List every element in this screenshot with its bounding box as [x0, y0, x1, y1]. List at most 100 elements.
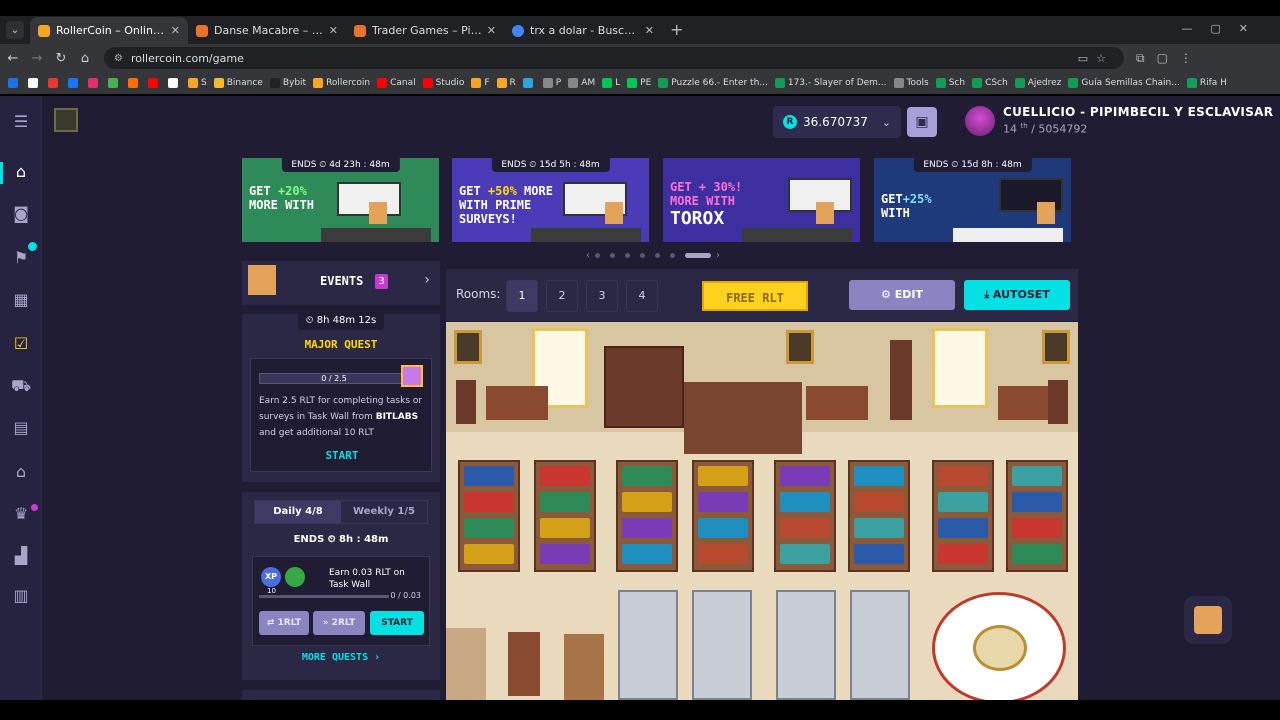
player-avatar-small[interactable]	[54, 108, 78, 132]
balance-selector[interactable]: R 36.670737 ⌄	[773, 106, 901, 138]
bookmark-item[interactable]: 173.- Slayer of Dem...	[774, 78, 887, 88]
menu-icon[interactable]: ☰	[11, 112, 31, 132]
tab-daily[interactable]: Daily 4/8	[255, 501, 341, 523]
miner-icon[interactable]	[938, 518, 988, 538]
events-panel[interactable]: EVENTS 3 ›	[242, 261, 440, 305]
tab-google-search[interactable]: trx a dolar - Buscar con Google ✕	[504, 17, 662, 44]
chevron-right-icon[interactable]: ›	[716, 250, 720, 261]
carousel-dot[interactable]	[670, 253, 675, 258]
edit-button[interactable]: ⚙ EDIT	[849, 280, 955, 310]
miner-icon[interactable]	[540, 544, 590, 564]
miner-icon[interactable]	[1012, 518, 1062, 538]
stairs-icon[interactable]: ▟	[11, 546, 31, 566]
home-browser-icon[interactable]: ⌂	[74, 51, 96, 66]
miner-icon[interactable]	[1012, 544, 1062, 564]
bookmark-item[interactable]: S	[188, 78, 207, 88]
miner-icon[interactable]	[938, 466, 988, 486]
chevron-right-icon[interactable]: ›	[424, 272, 430, 288]
skip-2rlt-button[interactable]: » 2RLT	[313, 611, 365, 635]
bookmark-item[interactable]: CSch	[972, 78, 1008, 88]
chat-button[interactable]	[1184, 596, 1232, 644]
carousel-dot[interactable]	[640, 253, 645, 258]
miner-icon[interactable]	[622, 518, 672, 538]
wallet-button[interactable]: ▣	[907, 107, 937, 137]
player-desk[interactable]	[684, 382, 802, 454]
promo-banner-prime-surveys[interactable]: ENDS ⏲ 15d 5h : 48m GET +50% MORE WITH PR…	[452, 158, 649, 242]
bookmark-item[interactable]: PE	[627, 78, 651, 88]
miner-rack[interactable]	[848, 460, 910, 572]
miner-icon[interactable]	[698, 518, 748, 538]
bookmark-item[interactable]: Rifa H	[1186, 78, 1227, 88]
carousel-dot[interactable]	[655, 253, 660, 258]
tab-rollercoin[interactable]: RollerCoin – Online Bitcoin Mi ✕	[30, 17, 188, 44]
bookmark-item[interactable]	[68, 78, 81, 88]
bookmark-item[interactable]	[8, 78, 21, 88]
close-tab-icon[interactable]: ✕	[171, 24, 180, 37]
miner-icon[interactable]	[780, 518, 830, 538]
autoset-button[interactable]: ⤓ AUTOSET	[964, 280, 1070, 310]
miner-icon[interactable]	[780, 544, 830, 564]
tab-danse-macabre[interactable]: Danse Macabre – Piero ✕	[188, 17, 346, 44]
miner-icon[interactable]	[1012, 466, 1062, 486]
bookmark-star-icon[interactable]: ▭☆	[1078, 52, 1114, 65]
gamepad-icon[interactable]: ◙	[11, 204, 31, 224]
bookmark-item[interactable]: Guía Semillas Chain...	[1068, 78, 1180, 88]
back-icon[interactable]: ←	[2, 51, 24, 66]
badge-icon[interactable]: ⚑	[11, 248, 31, 268]
miner-icon[interactable]	[622, 544, 672, 564]
swap-1rlt-button[interactable]: ⇄ 1RLT	[259, 611, 309, 635]
miner-rack[interactable]	[618, 590, 678, 700]
quest-start-button[interactable]: START	[251, 449, 433, 462]
carousel-dot[interactable]	[595, 253, 600, 258]
bookmark-item[interactable]: R	[496, 78, 516, 88]
close-tab-icon[interactable]: ✕	[645, 24, 654, 37]
close-tab-icon[interactable]: ✕	[329, 24, 338, 37]
bookmark-item[interactable]: Puzzle 66.- Enter th...	[658, 78, 768, 88]
miner-icon[interactable]	[540, 518, 590, 538]
miner-icon[interactable]	[464, 544, 514, 564]
username[interactable]: CUELLICIO - PIPIMBECIL Y ESCLAVISAR	[1003, 105, 1273, 119]
extensions-icon[interactable]: ⧉▢⋮	[1136, 51, 1204, 66]
bookmark-item[interactable]: Canal	[377, 78, 416, 88]
miner-icon[interactable]	[938, 544, 988, 564]
grandfather-clock[interactable]	[890, 340, 912, 420]
miner-icon[interactable]	[854, 544, 904, 564]
miner-rack[interactable]	[692, 590, 752, 700]
trophy-icon[interactable]: ♛	[11, 504, 31, 524]
miner-rack[interactable]	[850, 590, 910, 700]
window-controls[interactable]: —▢✕	[1181, 22, 1266, 35]
room-4-button[interactable]: 4	[626, 280, 658, 312]
miner-rack[interactable]	[932, 460, 994, 572]
carousel-dot[interactable]	[625, 253, 630, 258]
miner-icon[interactable]	[698, 466, 748, 486]
bookmark-item[interactable]	[148, 78, 161, 88]
bookmark-item[interactable]: Studio	[422, 78, 464, 88]
address-bar[interactable]: ⚙ rollercoin.com/game ▭☆	[104, 47, 1124, 69]
bookmark-item[interactable]: L	[602, 78, 620, 88]
bookmark-item[interactable]	[522, 78, 536, 88]
miner-rack[interactable]	[774, 460, 836, 572]
calendar-check-icon[interactable]: ☑	[11, 334, 31, 354]
bookmark-item[interactable]: Sch	[935, 78, 965, 88]
room-1-button[interactable]: 1	[506, 280, 538, 312]
marketplace-icon[interactable]: ▦	[11, 290, 31, 310]
bookmark-item[interactable]	[28, 78, 41, 88]
miner-icon[interactable]	[540, 466, 590, 486]
home-icon[interactable]: ⌂	[11, 162, 31, 182]
carousel-dot-active[interactable]	[685, 253, 711, 258]
chevron-left-icon[interactable]: ‹	[586, 250, 590, 261]
tab-weekly[interactable]: Weekly 1/5	[341, 501, 427, 523]
miner-rack[interactable]	[1006, 460, 1068, 572]
room-2-button[interactable]: 2	[546, 280, 578, 312]
miner-rack[interactable]	[692, 460, 754, 572]
site-info-icon[interactable]: ⚙	[114, 53, 123, 64]
miner-icon[interactable]	[622, 492, 672, 512]
trophy-shelf[interactable]	[604, 346, 684, 428]
bookmark-item[interactable]: Ajedrez	[1014, 78, 1061, 88]
bookmark-item[interactable]	[108, 78, 121, 88]
bookmark-item[interactable]: AM	[568, 78, 595, 88]
tab-trader-games[interactable]: Trader Games – Piero ✕	[346, 17, 504, 44]
avatar[interactable]	[965, 106, 995, 136]
carousel-dot[interactable]	[610, 253, 615, 258]
miner-icon[interactable]	[854, 518, 904, 538]
